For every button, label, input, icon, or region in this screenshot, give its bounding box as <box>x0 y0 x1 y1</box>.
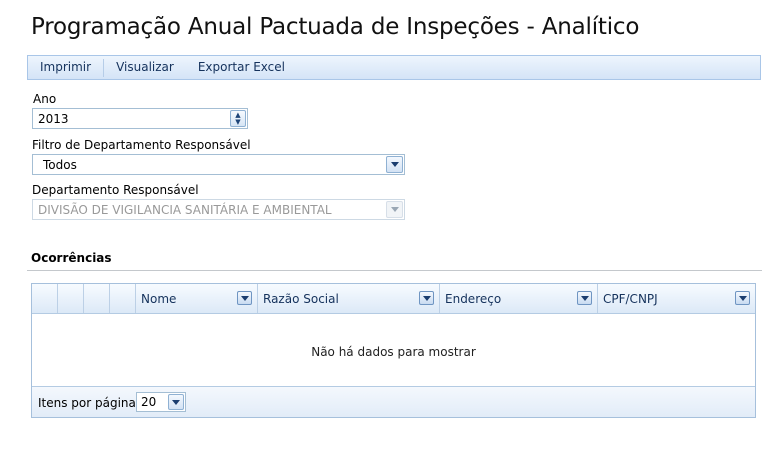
column-header-cpf-cnpj[interactable]: CPF/CNPJ <box>598 284 755 313</box>
grid-header: Nome Razão Social Endereço CPF/CNPJ <box>32 284 755 314</box>
column-header-nome[interactable]: Nome <box>136 284 258 313</box>
occurrences-title: Ocorrências <box>31 251 112 265</box>
dept-filter-value: Todos <box>43 158 77 172</box>
year-spinner-buttons[interactable]: ▲ ▼ <box>230 110 246 127</box>
page-size-label: Itens por página: <box>38 396 140 410</box>
print-button[interactable]: Imprimir <box>28 56 103 79</box>
page-size-select[interactable]: 20 <box>136 392 186 412</box>
grid-header-blank-cell <box>58 284 84 313</box>
page-size-dropdown-button[interactable] <box>168 394 184 410</box>
column-label: Nome <box>141 292 177 306</box>
dept-filter-select[interactable]: Todos <box>32 154 405 175</box>
chevron-down-icon <box>172 399 180 405</box>
chevron-down-icon <box>738 295 747 301</box>
column-header-endereco[interactable]: Endereço <box>440 284 598 313</box>
grid-header-blank-cell <box>110 284 136 313</box>
grid-header-blank-cell <box>32 284 58 313</box>
dept-select: DIVISÃO DE VIGILANCIA SANITÁRIA E AMBIEN… <box>32 199 405 220</box>
chevron-down-icon[interactable]: ▼ <box>235 118 240 126</box>
year-spinner[interactable]: 2013 ▲ ▼ <box>32 108 248 129</box>
column-label: CPF/CNPJ <box>603 292 658 306</box>
grid-header-blank-cell <box>84 284 110 313</box>
column-menu-button[interactable] <box>237 291 252 305</box>
year-value[interactable]: 2013 <box>38 112 69 126</box>
section-divider <box>27 270 762 271</box>
dept-filter-label: Filtro de Departamento Responsável <box>32 138 251 152</box>
dept-value: DIVISÃO DE VIGILANCIA SANITÁRIA E AMBIEN… <box>38 203 332 217</box>
chevron-down-icon <box>422 295 431 301</box>
year-label: Ano <box>33 92 57 106</box>
column-menu-button[interactable] <box>577 291 592 305</box>
chevron-down-icon <box>390 207 399 212</box>
column-menu-button[interactable] <box>419 291 434 305</box>
page-size-value: 20 <box>141 395 157 409</box>
column-header-razao-social[interactable]: Razão Social <box>258 284 440 313</box>
occurrences-grid: Nome Razão Social Endereço CPF/CNPJ Não … <box>31 283 756 418</box>
dept-dropdown-button <box>386 201 403 218</box>
grid-pager: Itens por página: 20 <box>32 386 755 417</box>
dept-label: Departamento Responsável <box>32 183 199 197</box>
column-label: Razão Social <box>263 292 339 306</box>
export-excel-button[interactable]: Exportar Excel <box>186 56 297 79</box>
dept-filter-dropdown-button[interactable] <box>386 156 403 173</box>
view-button[interactable]: Visualizar <box>104 56 186 79</box>
chevron-down-icon <box>580 295 589 301</box>
page-title: Programação Anual Pactuada de Inspeções … <box>31 14 640 40</box>
grid-empty-message: Não há dados para mostrar <box>311 345 476 359</box>
chevron-down-icon <box>240 295 249 301</box>
chevron-down-icon <box>390 162 399 167</box>
column-menu-button[interactable] <box>735 291 750 305</box>
column-label: Endereço <box>445 292 502 306</box>
toolbar: Imprimir Visualizar Exportar Excel <box>27 55 761 80</box>
